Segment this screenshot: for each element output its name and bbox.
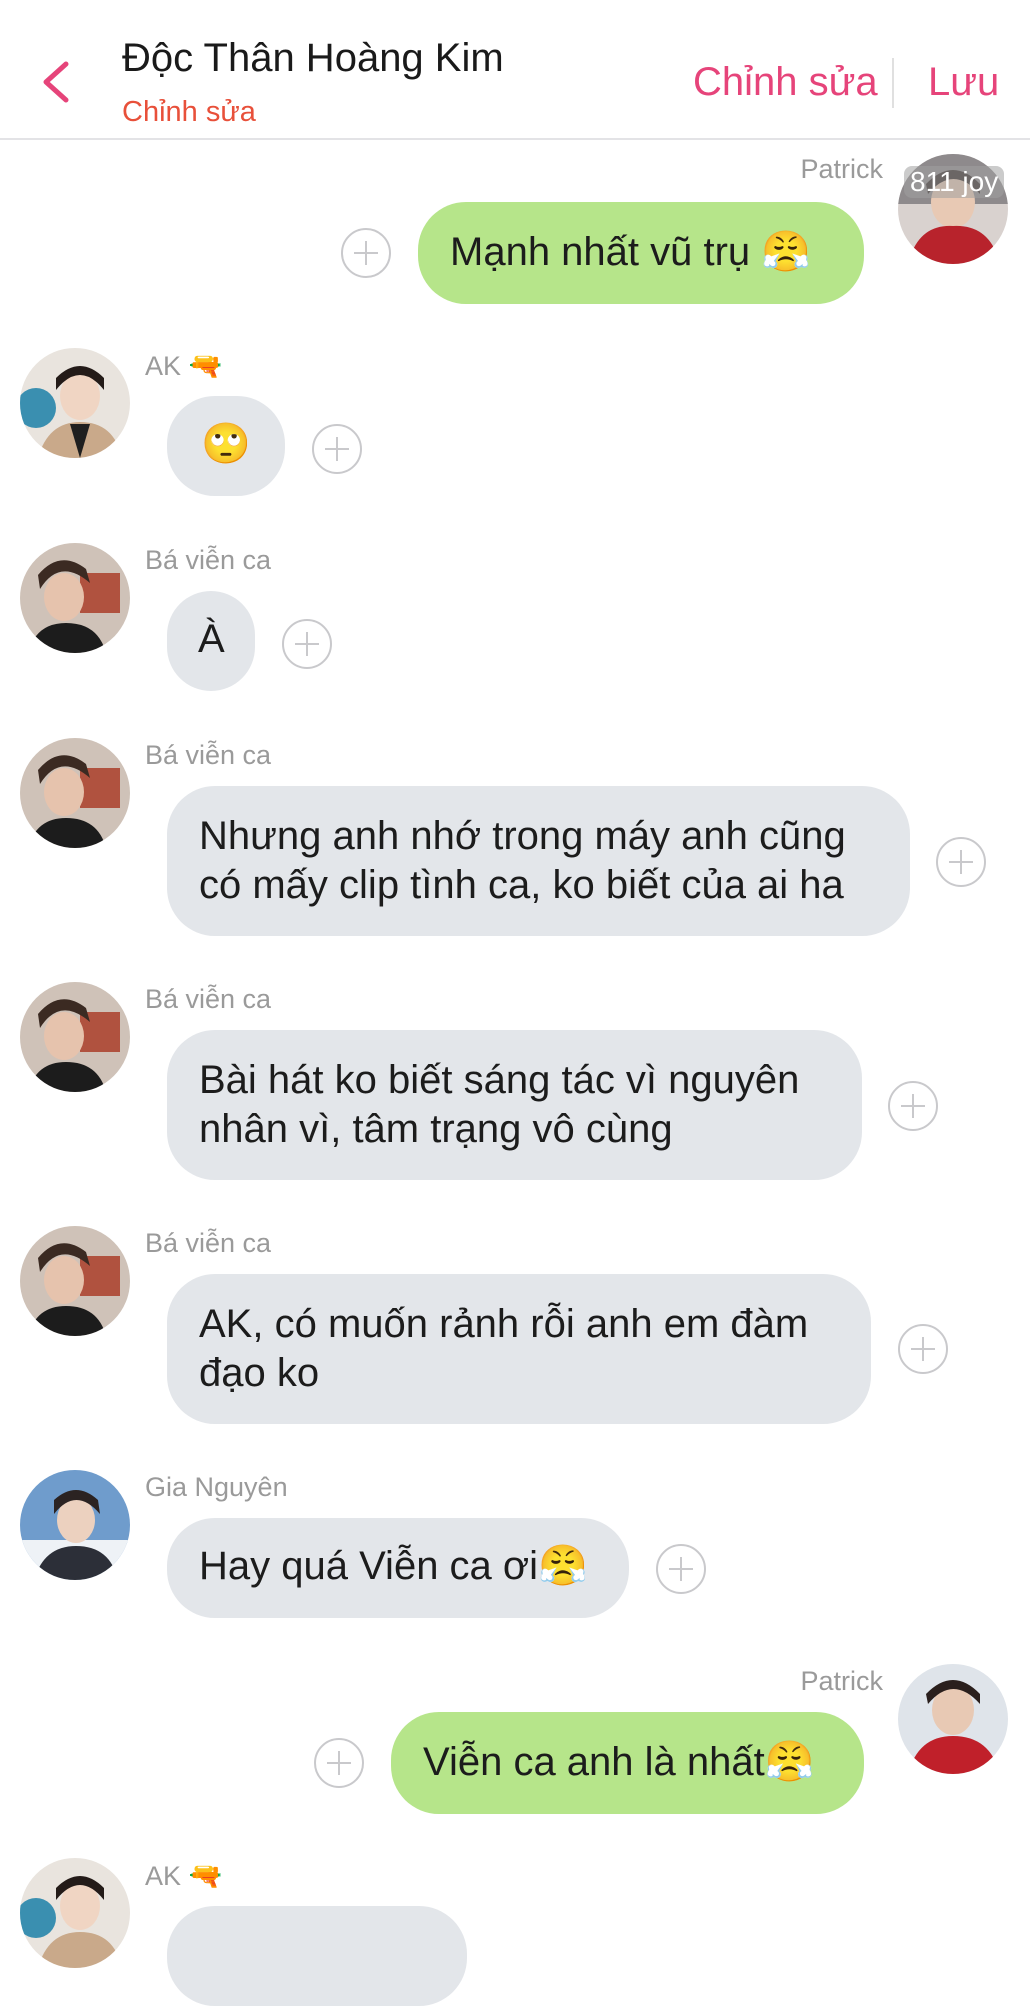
message-text: À [198,617,225,661]
add-reaction-button[interactable] [312,424,362,474]
avatar[interactable] [20,348,130,458]
message-bubble[interactable]: Viễn ca anh là nhất😤 [391,1712,864,1814]
avatar[interactable] [20,543,130,653]
save-button[interactable]: Lưu [928,60,999,105]
sender-name: Patrick [800,154,883,184]
add-reaction-button[interactable] [314,1738,364,1788]
message-text: 🙄 [201,422,251,466]
sender-name: Bá viễn ca [145,740,272,770]
sender-name: AK 🔫 [145,351,223,381]
chat-subtitle: Chỉnh sửa [122,96,256,128]
message-list[interactable]: Patrick 811 joy Mạnh nhất vũ trụ 😤 AK 🔫 … [0,140,1030,2006]
avatar[interactable] [20,738,130,848]
avatar[interactable] [20,1226,130,1336]
header-divider [892,58,894,108]
avatar[interactable] [898,1664,1008,1774]
message-text: Nhưng anh nhớ trong máy anh cũng có mấy … [199,814,846,907]
sender-name: Bá viễn ca [145,1228,272,1258]
add-reaction-button[interactable] [282,619,332,669]
avatar[interactable] [20,982,130,1092]
back-chevron-icon[interactable] [38,60,74,104]
add-reaction-button[interactable] [656,1544,706,1594]
avatar[interactable] [20,1858,130,1968]
sender-name: Bá viễn ca [145,545,272,575]
message-bubble[interactable]: Bài hát ko biết sáng tác vì nguyên nhân … [167,1030,862,1180]
message-bubble[interactable]: 🙄 [167,396,285,496]
add-reaction-button[interactable] [888,1081,938,1131]
sender-name: AK 🔫 [145,1861,223,1891]
chat-title: Độc Thân Hoàng Kim [122,36,504,80]
message-bubble[interactable]: Mạnh nhất vũ trụ 😤 [418,202,864,304]
message-bubble[interactable]: À [167,591,255,691]
message-text: AK, có muốn rảnh rỗi anh em đàm đạo ko [199,1302,809,1395]
add-reaction-button[interactable] [898,1324,948,1374]
avatar[interactable] [20,1470,130,1580]
message-text: Mạnh nhất vũ trụ 😤 [450,230,812,274]
message-text: Bài hát ko biết sáng tác vì nguyên nhân … [199,1058,800,1151]
add-reaction-button[interactable] [341,228,391,278]
sender-name: Gia Nguyên [145,1472,288,1502]
chat-header: Độc Thân Hoàng Kim Chỉnh sửa Chỉnh sửa L… [0,0,1030,140]
message-bubble[interactable]: Hay quá Viễn ca ơi😤 [167,1518,629,1618]
message-bubble[interactable]: Nhưng anh nhớ trong máy anh cũng có mấy … [167,786,910,936]
message-text: Viễn ca anh là nhất😤 [423,1740,815,1784]
sender-name: Patrick [800,1666,883,1696]
message-bubble[interactable] [167,1906,467,2006]
message-text: Hay quá Viễn ca ơi😤 [199,1544,588,1588]
add-reaction-button[interactable] [936,837,986,887]
edit-button[interactable]: Chỉnh sửa [693,60,878,105]
avatar-tag: 811 joy [904,166,1005,198]
message-bubble[interactable]: AK, có muốn rảnh rỗi anh em đàm đạo ko [167,1274,871,1424]
sender-name: Bá viễn ca [145,984,272,1014]
